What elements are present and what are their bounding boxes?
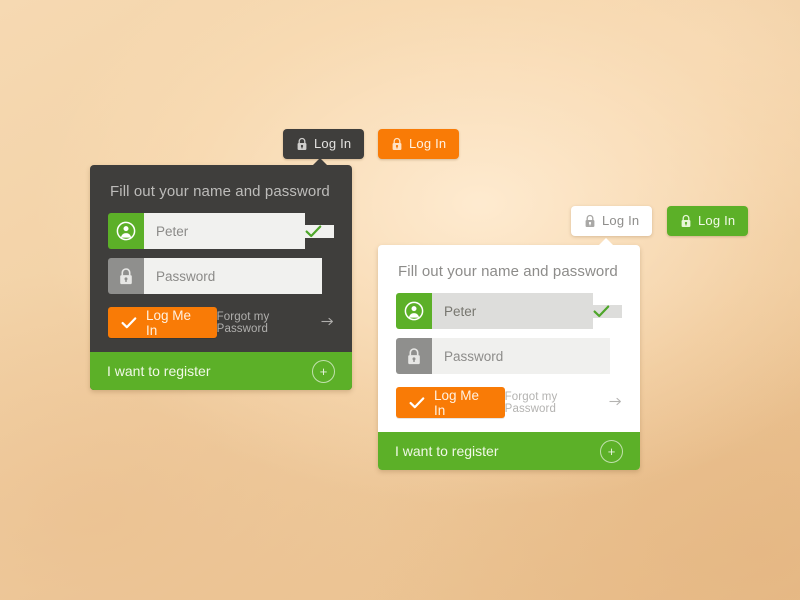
- plus-icon[interactable]: +: [600, 439, 623, 463]
- register-label: I want to register: [107, 363, 211, 379]
- forgot-password-link[interactable]: Forgot my Password: [217, 311, 334, 335]
- forgot-password-link[interactable]: Forgot my Password: [505, 391, 622, 415]
- login-card-light: Fill out your name and password Peter Pa…: [378, 238, 640, 470]
- login-button-orange[interactable]: Log In: [378, 129, 460, 159]
- card-pointer-arrow: [312, 158, 328, 166]
- login-button-label: Log In: [314, 136, 352, 151]
- check-icon: [593, 304, 622, 318]
- login-card-dark: Fill out your name and password Peter Pa…: [90, 158, 352, 390]
- card-body: Fill out your name and password Peter Pa…: [378, 245, 640, 432]
- card-actions: Log Me In Forgot my Password: [396, 387, 622, 418]
- log-me-in-label: Log Me In: [146, 307, 192, 338]
- card-title: Fill out your name and password: [110, 183, 330, 200]
- login-button-green[interactable]: Log In: [667, 206, 749, 236]
- check-icon: [121, 316, 137, 329]
- arrow-right-icon: [321, 317, 334, 329]
- log-me-in-button[interactable]: Log Me In: [396, 387, 505, 418]
- username-field[interactable]: Peter: [108, 213, 334, 249]
- register-bar[interactable]: I want to register +: [90, 352, 352, 390]
- user-avatar-icon: [396, 293, 432, 329]
- log-me-in-label: Log Me In: [434, 387, 480, 418]
- password-input[interactable]: Password: [432, 338, 610, 374]
- card-actions: Log Me In Forgot my Password: [108, 307, 334, 338]
- login-button-dark[interactable]: Log In: [283, 129, 365, 159]
- card-pointer-arrow: [598, 238, 614, 246]
- password-input[interactable]: Password: [144, 258, 322, 294]
- password-field[interactable]: Password: [396, 338, 622, 374]
- login-button-label: Log In: [409, 136, 447, 151]
- card-body: Fill out your name and password Peter Pa…: [90, 165, 352, 352]
- canvas: Log In Log In Log In Log In Fill out you…: [0, 0, 800, 600]
- forgot-password-label: Forgot my Password: [504, 390, 558, 415]
- lock-icon: [391, 137, 403, 151]
- log-me-in-button[interactable]: Log Me In: [108, 307, 217, 338]
- lock-icon: [396, 338, 432, 374]
- plus-icon[interactable]: +: [312, 359, 335, 383]
- register-bar[interactable]: I want to register +: [378, 432, 640, 470]
- username-input[interactable]: Peter: [144, 213, 305, 249]
- login-button-white[interactable]: Log In: [571, 206, 653, 236]
- lock-icon: [296, 137, 308, 151]
- arrow-right-icon: [609, 397, 622, 409]
- user-avatar-icon: [108, 213, 144, 249]
- lock-icon: [584, 214, 596, 228]
- login-button-label: Log In: [602, 213, 640, 228]
- check-icon: [409, 396, 425, 409]
- login-button-label: Log In: [698, 213, 736, 228]
- forgot-password-label: Forgot my Password: [216, 310, 270, 335]
- lock-icon: [108, 258, 144, 294]
- password-field[interactable]: Password: [108, 258, 334, 294]
- register-label: I want to register: [395, 443, 499, 459]
- lock-icon: [680, 214, 692, 228]
- check-icon: [305, 224, 334, 238]
- username-field[interactable]: Peter: [396, 293, 622, 329]
- card-title: Fill out your name and password: [398, 263, 618, 280]
- username-input[interactable]: Peter: [432, 293, 593, 329]
